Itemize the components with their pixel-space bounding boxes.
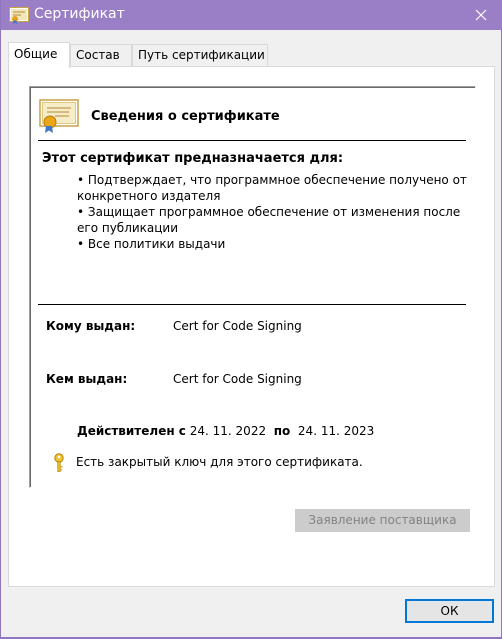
purpose-item: • Защищает программное обеспечение от из… <box>77 205 461 235</box>
tab-details[interactable]: Состав <box>70 44 132 66</box>
valid-from-date: 24. 11. 2022 <box>189 424 267 438</box>
private-key-text: Есть закрытый ключ для этого сертификата… <box>76 455 363 469</box>
issued-to-value[interactable]: Cert for Code Signing <box>173 319 302 333</box>
close-button[interactable] <box>459 0 502 30</box>
issuer-statement-button[interactable]: Заявление поставщика <box>295 509 470 532</box>
ok-button[interactable]: ОК <box>405 599 494 623</box>
window-title: Сертификат <box>34 6 125 22</box>
certificate-icon <box>39 99 79 133</box>
issued-by-label: Кем выдан: <box>46 372 128 386</box>
title-bar: Сертификат <box>1 0 502 30</box>
tab-general[interactable]: Общие <box>8 42 70 68</box>
key-icon <box>54 453 64 472</box>
certificate-icon <box>9 7 29 24</box>
validity-row: Действителен с 24. 11. 2022 по 24. 11. 2… <box>77 424 374 438</box>
certificate-info-box: Сведения о сертификате Этот сертификат п… <box>29 86 476 488</box>
tab-certification-path[interactable]: Путь сертификации <box>132 44 268 66</box>
tab-general-label: Общие <box>14 47 58 61</box>
certificate-dialog: Сертификат Общие Состав Путь сертификаци… <box>0 0 502 639</box>
divider-bottom <box>38 304 466 305</box>
tab-details-label: Состав <box>76 48 120 62</box>
purpose-item: • Подтверждает, что программное обеспече… <box>77 173 467 203</box>
valid-to-date: 24. 11. 2023 <box>297 424 375 438</box>
issued-by-value[interactable]: Cert for Code Signing <box>173 372 302 386</box>
valid-to-label: по <box>273 424 291 438</box>
issued-to-label: Кому выдан: <box>46 319 136 333</box>
tab-certification-path-label: Путь сертификации <box>138 48 265 62</box>
valid-from-label: Действителен с <box>77 424 186 438</box>
purpose-item: • Все политики выдачи <box>77 237 226 251</box>
close-icon <box>475 9 487 21</box>
divider-top <box>38 140 466 141</box>
purpose-list: • Подтверждает, что программное обеспече… <box>77 172 467 252</box>
info-title: Сведения о сертификате <box>91 109 280 124</box>
purpose-title: Этот сертификат предназначается для: <box>42 151 344 166</box>
